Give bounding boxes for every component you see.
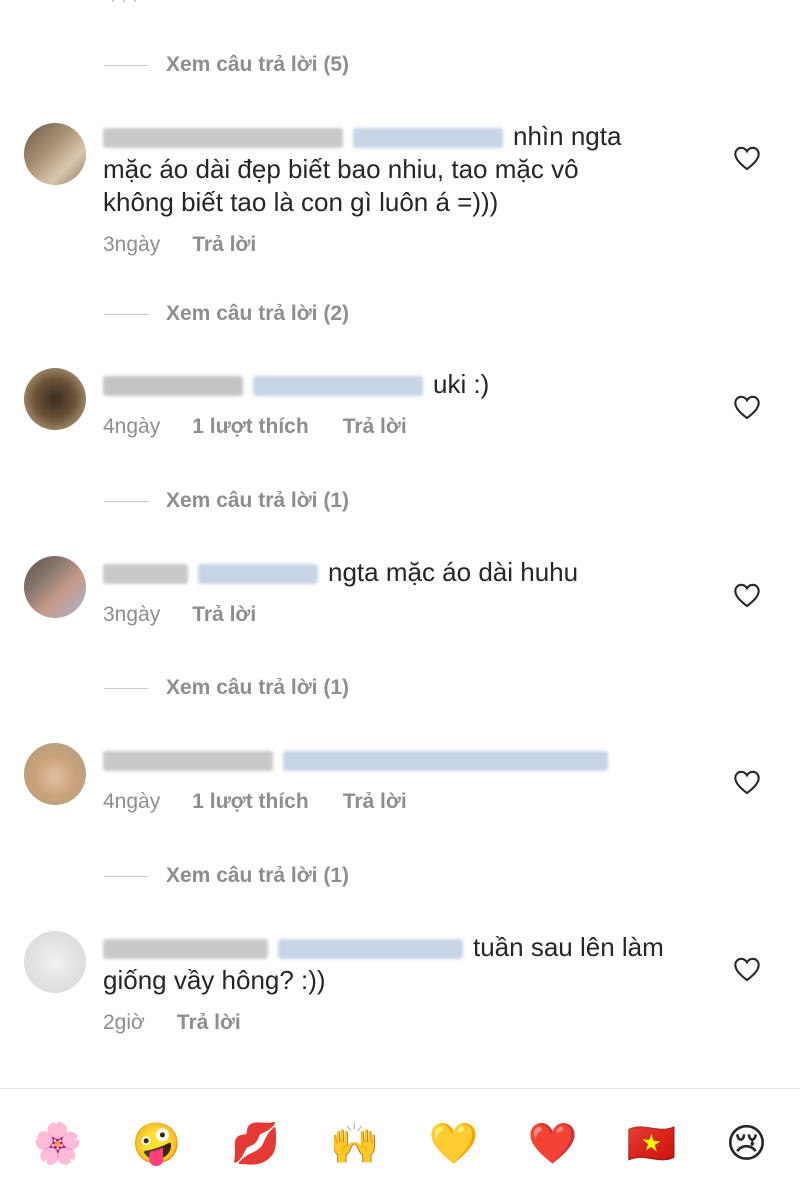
reply-button[interactable]: Trả lời <box>343 790 407 814</box>
likes-count[interactable]: 1 lượt thích <box>192 415 308 439</box>
heart-icon[interactable] <box>733 394 761 420</box>
blurred-mention[interactable] <box>353 128 503 149</box>
comment-thread: · · · Xem câu trả lời (5) nhìn ngta mặc … <box>0 0 800 1088</box>
emoji-quick-bar: 🌸 🤪 💋 🙌 💛 ❤️ 🇻🇳 😢 <box>0 1088 800 1198</box>
comment-body: ngta mặc áo dài huhu 3ngày Trả lời <box>103 556 713 627</box>
avatar[interactable] <box>24 368 86 430</box>
comment-time: 3ngày <box>103 603 161 626</box>
comment-body: nhìn ngta mặc áo dài đẹp biết bao nhiu, … <box>103 120 713 257</box>
blurred-username[interactable] <box>103 751 273 772</box>
raising-hands-emoji[interactable]: 🙌 <box>330 1124 380 1164</box>
view-replies-label: Xem câu trả lời (1) <box>166 864 349 887</box>
comment-meta: 4ngày 1 lượt thích Trả lời <box>103 415 713 439</box>
blurred-mention[interactable] <box>253 376 423 397</box>
view-replies-button[interactable]: Xem câu trả lời (1) <box>104 861 349 891</box>
blurred-mention[interactable] <box>283 751 608 772</box>
comment-body: uki :) 4ngày 1 lượt thích Trả lời <box>103 368 713 439</box>
heart-icon[interactable] <box>733 582 761 608</box>
kiss-mark-emoji[interactable]: 💋 <box>231 1124 281 1164</box>
comment-meta: 2giờ Trả lời <box>103 1011 713 1035</box>
blurred-username[interactable] <box>103 939 268 960</box>
comment-body: tuần sau lên làm giống vầy hông? :)) 2gi… <box>103 931 713 1035</box>
heart-icon[interactable] <box>733 769 761 795</box>
comment-time: 2giờ <box>103 1011 145 1034</box>
divider-line <box>104 875 148 877</box>
view-replies-label: Xem câu trả lời (5) <box>166 53 349 76</box>
crying-face-emoji[interactable]: 😢 <box>726 1124 768 1164</box>
view-replies-button[interactable]: Xem câu trả lời (2) <box>104 299 349 329</box>
comment-meta: 4ngày 1 lượt thích Trả lời <box>103 790 713 814</box>
heart-icon[interactable] <box>733 145 761 171</box>
blurred-username[interactable] <box>103 376 243 397</box>
view-replies-button[interactable]: Xem câu trả lời (5) <box>104 50 349 80</box>
cherry-blossom-emoji[interactable]: 🌸 <box>33 1124 83 1164</box>
reply-button[interactable]: Trả lời <box>192 233 256 257</box>
blurred-username[interactable] <box>103 564 188 585</box>
heart-icon[interactable] <box>733 956 761 982</box>
comment-meta: 3ngày Trả lời <box>103 233 713 257</box>
avatar[interactable] <box>24 743 86 805</box>
avatar[interactable] <box>24 931 86 993</box>
comment-text: uki :) <box>433 369 490 399</box>
divider-line <box>104 313 148 315</box>
avatar[interactable] <box>24 123 86 185</box>
divider-line <box>104 687 148 689</box>
reply-button[interactable]: Trả lời <box>192 603 256 627</box>
view-replies-label: Xem câu trả lời (1) <box>166 676 349 699</box>
divider-line <box>104 500 148 502</box>
reply-button[interactable]: Trả lời <box>177 1011 241 1035</box>
vietnam-flag-emoji[interactable]: 🇻🇳 <box>627 1124 677 1164</box>
blurred-username[interactable] <box>103 128 343 149</box>
view-replies-label: Xem câu trả lời (1) <box>166 489 349 512</box>
reply-button[interactable]: Trả lời <box>343 415 407 439</box>
comment-time: 4ngày <box>103 790 161 813</box>
likes-count[interactable]: 1 lượt thích <box>192 790 308 814</box>
truncated-previous-comment: · · · <box>110 0 138 10</box>
zany-face-emoji[interactable]: 🤪 <box>132 1124 182 1164</box>
comment-time: 3ngày <box>103 233 161 256</box>
comment-time: 4ngày <box>103 415 161 438</box>
divider-line <box>104 64 148 66</box>
view-replies-button[interactable]: Xem câu trả lời (1) <box>104 673 349 703</box>
blurred-mention[interactable] <box>278 939 463 960</box>
comment-text: ngta mặc áo dài huhu <box>328 557 579 587</box>
view-replies-button[interactable]: Xem câu trả lời (1) <box>104 486 349 516</box>
red-heart-emoji[interactable]: ❤️ <box>528 1124 578 1164</box>
comment-meta: 3ngày Trả lời <box>103 603 713 627</box>
yellow-heart-emoji[interactable]: 💛 <box>429 1124 479 1164</box>
view-replies-label: Xem câu trả lời (2) <box>166 302 349 325</box>
comment-body: 4ngày 1 lượt thích Trả lời <box>103 743 713 814</box>
avatar[interactable] <box>24 556 86 618</box>
blurred-mention[interactable] <box>198 564 318 585</box>
